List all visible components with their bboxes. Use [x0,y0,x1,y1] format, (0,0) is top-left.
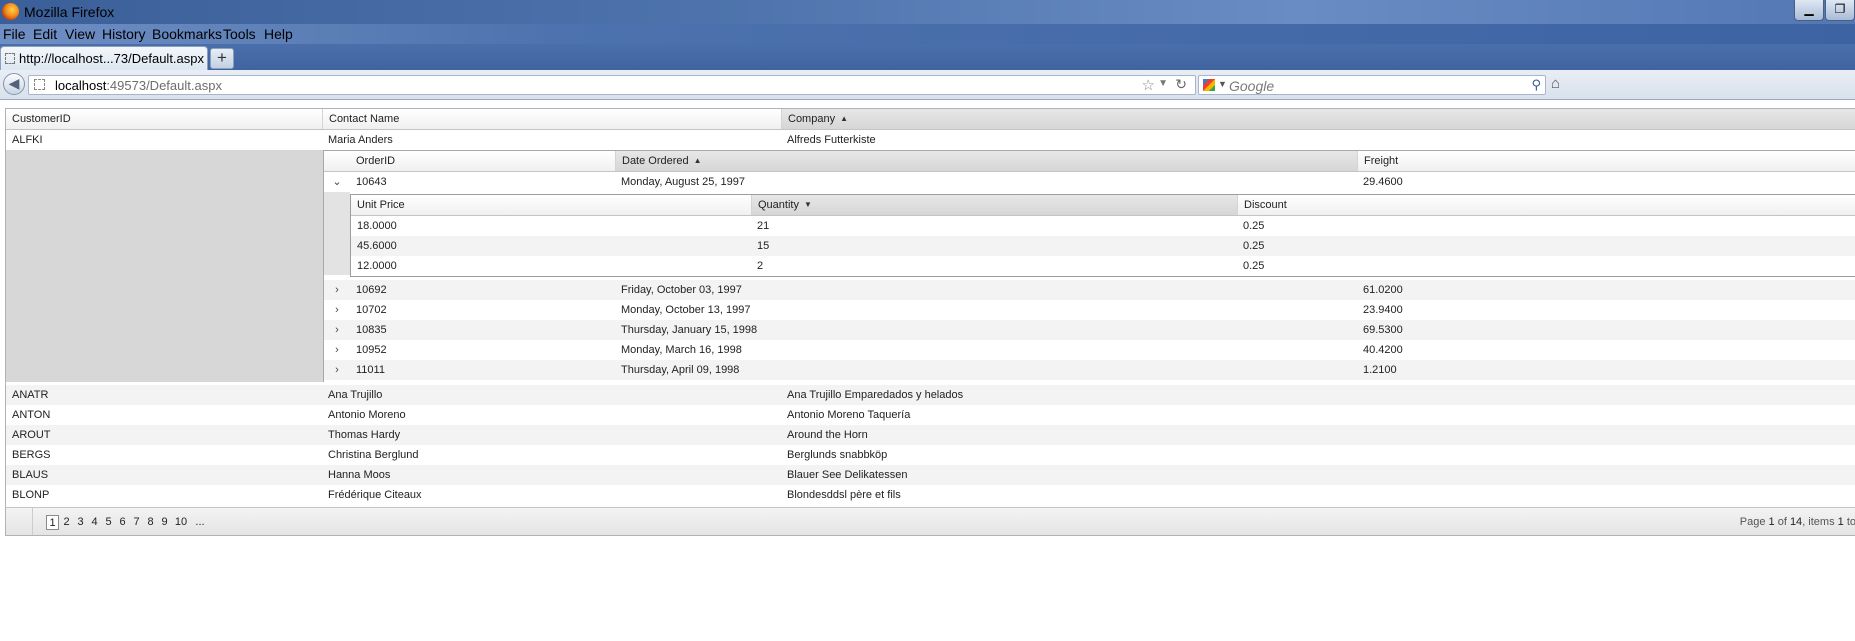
menu-help[interactable]: Help [264,26,293,42]
col-header-freight[interactable]: Freight [1357,151,1855,171]
expand-chevron-icon[interactable]: › [324,340,350,360]
navigation-bar: ◀ localhost:49573/Default.aspx ☆ ▼ ↻ ▼ G… [0,70,1855,100]
orders-header-spacer [324,151,350,172]
grid-pager: 1 2 3 4 5 6 7 8 9 10 ... Page 1 of 14, i… [6,507,1855,535]
customers-header: CustomerID Contact Name Company ▲ [6,109,1855,130]
table-row[interactable]: › 10835 Thursday, January 15, 1998 69.53… [324,320,1855,340]
page-9-link[interactable]: 9 [158,515,171,530]
table-row[interactable]: 45.6000 15 0.25 [351,236,1855,256]
url-text: localhost:49573/Default.aspx [55,78,222,93]
menu-edit[interactable]: Edit [33,26,57,42]
orders-grid: OrderID Date Ordered ▲ Freight ⌄ 10643 Mo… [323,150,1855,382]
firefox-window: Mozilla Firefox ▁ ❐ File Edit View Histo… [0,0,1855,641]
menu-bookmarks[interactable]: Bookmarks [152,26,222,42]
tab-default-aspx[interactable]: http://localhost...73/Default.aspx [0,46,208,70]
title-bar: Mozilla Firefox ▁ ❐ [0,0,1855,24]
table-row[interactable]: 18.0000 21 0.25 [351,216,1855,236]
maximize-button[interactable]: ❐ [1825,0,1855,21]
orders-header: OrderID Date Ordered ▲ Freight [350,151,1855,172]
arrow-left-icon: ◀ [8,75,20,91]
col-header-quantity[interactable]: Quantity ▼ [751,195,1237,215]
page-8-link[interactable]: 8 [144,515,157,530]
table-row[interactable]: BERGS Christina Berglund Berglunds snabb… [6,445,1855,465]
page-7-link[interactable]: 7 [130,515,143,530]
expand-chevron-icon[interactable]: › [324,300,350,320]
table-row[interactable]: › 11011 Thursday, April 09, 1998 1.2100 [324,360,1855,380]
url-bar[interactable]: localhost:49573/Default.aspx ☆ ▼ ↻ [28,75,1196,95]
firefox-logo-icon [2,3,19,20]
site-identity-icon[interactable] [34,79,45,90]
window-controls: ▁ ❐ [1793,0,1855,22]
home-icon[interactable]: ⌂ [1551,75,1560,92]
col-header-company[interactable]: Company ▲ [781,109,1855,129]
google-engine-icon[interactable] [1203,79,1215,91]
sort-asc-icon: ▲ [840,114,848,123]
menu-tools[interactable]: Tools [223,26,256,42]
menu-history[interactable]: History [102,26,146,42]
col-header-date-ordered[interactable]: Date Ordered ▲ [615,151,1357,171]
back-button[interactable]: ◀ [3,73,25,95]
page-1-link[interactable]: 1 [46,515,59,530]
table-row[interactable]: ALFKI Maria Anders Alfreds Futterkiste [6,130,1855,150]
table-row[interactable]: AROUT Thomas Hardy Around the Horn [6,425,1855,445]
menu-view[interactable]: View [65,26,95,42]
table-row[interactable]: 12.0000 2 0.25 [351,256,1855,276]
tab-bar: http://localhost...73/Default.aspx + [0,44,1855,70]
pager-info: Page 1 of 14, items 1 to [1739,516,1855,528]
page-2-link[interactable]: 2 [60,515,73,530]
menu-file[interactable]: File [3,26,26,42]
search-bar[interactable]: ▼ Google ⚲ [1198,75,1546,95]
engine-dropdown-icon[interactable]: ▼ [1218,79,1227,89]
col-header-contact-name[interactable]: Contact Name [322,109,781,129]
customers-grid: CustomerID Contact Name Company ▲ ALFKI M… [5,108,1855,536]
order-details-header: Unit Price Quantity ▼ Discount [351,195,1855,216]
reload-icon[interactable]: ↻ [1175,76,1187,93]
history-dropdown-icon[interactable]: ▼ [1158,78,1168,89]
page-more-link[interactable]: ... [191,515,209,530]
sort-asc-icon: ▲ [693,156,702,165]
collapse-chevron-icon[interactable]: ⌄ [324,172,350,192]
table-row[interactable]: BLAUS Hanna Moos Blauer See Delikatessen [6,465,1855,485]
table-row[interactable]: ANTON Antonio Moreno Antonio Moreno Taqu… [6,405,1855,425]
col-header-customerid[interactable]: CustomerID [6,109,322,129]
expand-chevron-icon[interactable]: › [324,280,350,300]
detail-indent [324,192,350,275]
magnifier-icon[interactable]: ⚲ [1531,77,1541,93]
page-10-link[interactable]: 10 [172,515,190,530]
window-title: Mozilla Firefox [24,4,115,20]
col-header-orderid[interactable]: OrderID [350,151,615,171]
menu-bar: File Edit View History Bookmarks Tools H… [0,24,1855,44]
order-details-grid: Unit Price Quantity ▼ Discount 18.0000 21… [350,194,1855,277]
minimize-button[interactable]: ▁ [1794,0,1824,21]
page-content: CustomerID Contact Name Company ▲ ALFKI M… [0,100,1855,641]
page-5-link[interactable]: 5 [102,515,115,530]
sort-desc-icon: ▼ [803,200,812,209]
page-favicon-icon [5,53,15,64]
table-row[interactable]: ⌄ 10643 Monday, August 25, 1997 29.4600 [324,172,1855,192]
bookmark-star-icon[interactable]: ☆ [1142,76,1155,94]
expand-chevron-icon[interactable]: › [324,360,350,380]
page-4-link[interactable]: 4 [88,515,101,530]
detail-indent [6,150,323,382]
table-row[interactable]: › 10952 Monday, March 16, 1998 40.4200 [324,340,1855,360]
pager-spacer [6,508,33,535]
page-numbers: 1 2 3 4 5 6 7 8 9 10 ... [46,515,210,530]
search-input[interactable]: Google [1229,78,1274,94]
expand-chevron-icon[interactable]: › [324,320,350,340]
new-tab-button[interactable]: + [210,48,234,69]
page-6-link[interactable]: 6 [116,515,129,530]
col-header-unit-price[interactable]: Unit Price [351,195,751,215]
table-row[interactable]: › 10702 Monday, October 13, 1997 23.9400 [324,300,1855,320]
col-header-discount[interactable]: Discount [1237,195,1855,215]
table-row[interactable]: BLONP Frédérique Citeaux Blondesddsl pèr… [6,485,1855,505]
tab-label: http://localhost...73/Default.aspx [19,51,204,66]
page-3-link[interactable]: 3 [74,515,87,530]
table-row[interactable]: ANATR Ana Trujillo Ana Trujillo Empareda… [6,385,1855,405]
table-row[interactable]: › 10692 Friday, October 03, 1997 61.0200 [324,280,1855,300]
